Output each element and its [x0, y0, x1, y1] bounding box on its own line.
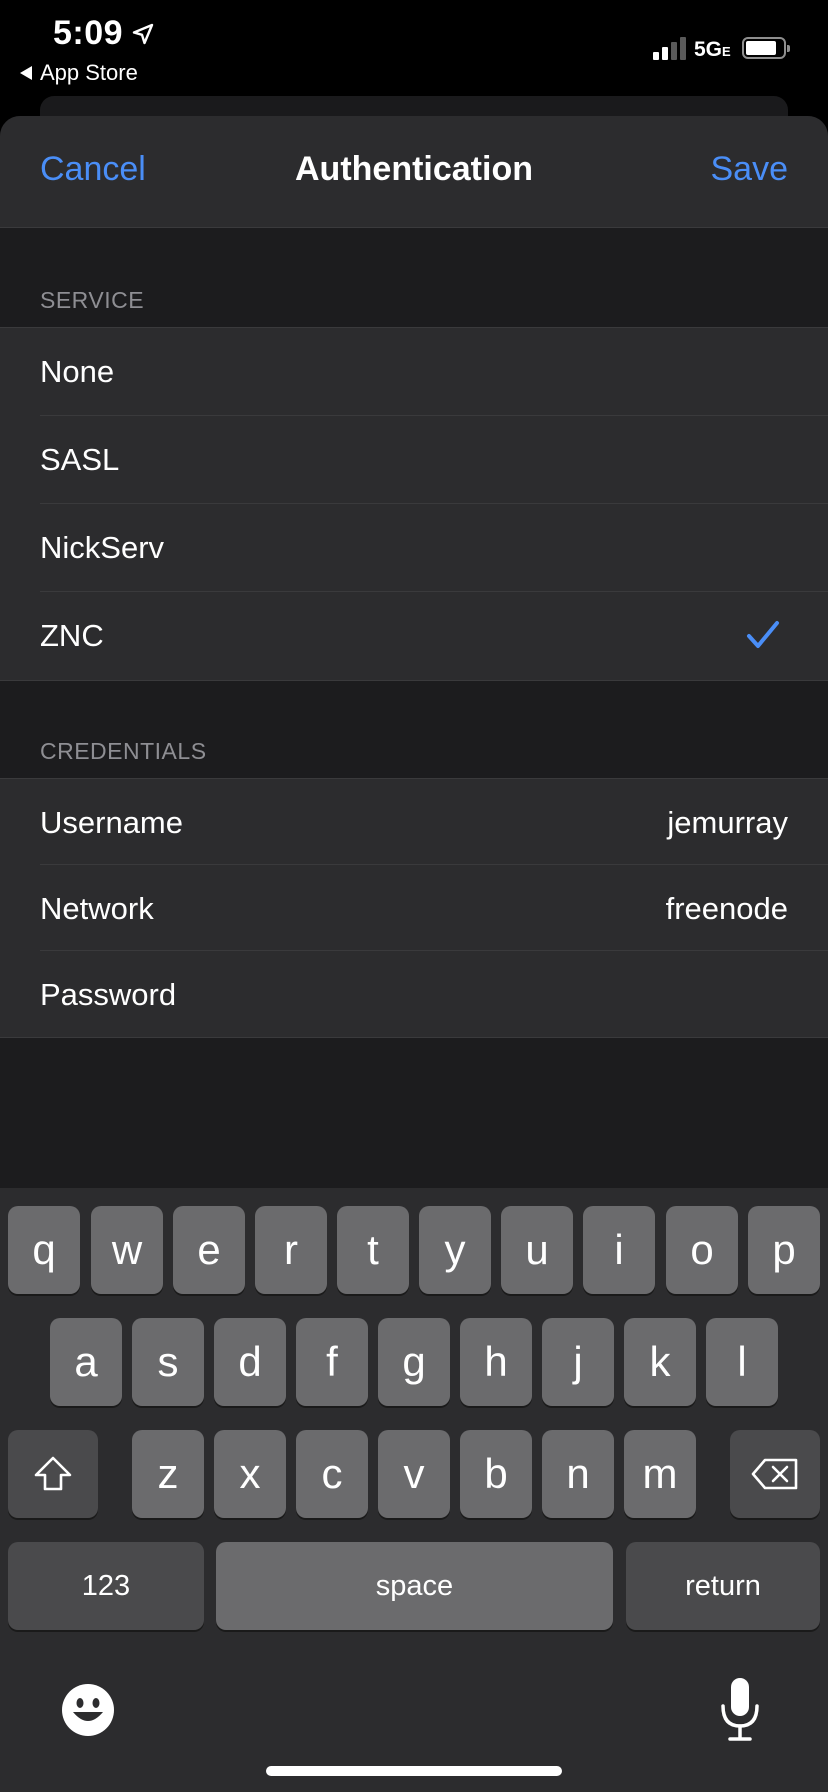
key-h[interactable]: h — [460, 1318, 532, 1406]
key-i[interactable]: i — [583, 1206, 655, 1294]
battery-icon — [742, 37, 790, 59]
username-label: Username — [40, 805, 183, 840]
home-indicator[interactable] — [266, 1766, 562, 1776]
navigation-bar: Cancel Authentication Save — [0, 116, 828, 228]
back-to-app-store[interactable]: App Store — [20, 60, 138, 86]
microphone-icon — [721, 1678, 759, 1741]
key-e[interactable]: e — [173, 1206, 245, 1294]
signal-bars-icon — [653, 36, 686, 60]
back-app-label: App Store — [40, 60, 138, 85]
section-header-credentials: CREDENTIALS — [40, 738, 207, 764]
shift-key[interactable] — [8, 1430, 98, 1518]
key-x[interactable]: x — [214, 1430, 286, 1518]
page-title: Authentication — [295, 150, 533, 188]
network-row[interactable]: Network freenode — [0, 865, 828, 951]
status-bar: 5:09 App Store 5GE — [0, 0, 828, 100]
key-t[interactable]: t — [337, 1206, 409, 1294]
username-field[interactable]: jemurray — [667, 805, 788, 841]
status-time: 5:09 — [53, 14, 124, 52]
service-option-nickserv[interactable]: NickServ — [0, 504, 828, 592]
shift-icon — [34, 1456, 72, 1491]
space-key[interactable]: space — [216, 1542, 613, 1630]
key-p[interactable]: p — [748, 1206, 820, 1294]
key-m[interactable]: m — [624, 1430, 696, 1518]
key-k[interactable]: k — [624, 1318, 696, 1406]
key-b[interactable]: b — [460, 1430, 532, 1518]
service-option-sasl[interactable]: SASL — [0, 416, 828, 504]
key-v[interactable]: v — [378, 1430, 450, 1518]
network-indicator: 5GE — [694, 38, 731, 61]
key-j[interactable]: j — [542, 1318, 614, 1406]
section-header-service: SERVICE — [40, 287, 145, 313]
delete-key[interactable] — [730, 1430, 820, 1518]
checkmark-icon — [747, 621, 779, 648]
username-row[interactable]: Username jemurray — [0, 779, 828, 865]
key-a[interactable]: a — [50, 1318, 122, 1406]
back-triangle-icon — [20, 66, 32, 80]
option-label: SASL — [40, 442, 120, 477]
option-label: NickServ — [40, 530, 165, 565]
key-l[interactable]: l — [706, 1318, 778, 1406]
key-r[interactable]: r — [255, 1206, 327, 1294]
key-n[interactable]: n — [542, 1430, 614, 1518]
delete-icon — [751, 1458, 798, 1490]
key-f[interactable]: f — [296, 1318, 368, 1406]
key-c[interactable]: c — [296, 1430, 368, 1518]
service-list: None SASL NickServ ZNC — [0, 327, 828, 681]
key-g[interactable]: g — [378, 1318, 450, 1406]
key-z[interactable]: z — [132, 1430, 204, 1518]
emoji-button[interactable] — [60, 1682, 116, 1738]
key-d[interactable]: d — [214, 1318, 286, 1406]
option-label: ZNC — [40, 618, 104, 653]
location-arrow-icon — [132, 23, 154, 45]
return-key[interactable]: return — [626, 1542, 820, 1630]
credentials-list: Username jemurray Network freenode Passw… — [0, 778, 828, 1038]
key-y[interactable]: y — [419, 1206, 491, 1294]
key-s[interactable]: s — [132, 1318, 204, 1406]
key-o[interactable]: o — [666, 1206, 738, 1294]
network-label: Network — [40, 891, 154, 926]
key-q[interactable]: q — [8, 1206, 80, 1294]
service-option-none[interactable]: None — [0, 328, 828, 416]
service-option-znc[interactable]: ZNC — [0, 592, 828, 680]
numbers-key[interactable]: 123 — [8, 1542, 204, 1630]
emoji-icon — [62, 1684, 114, 1736]
save-button[interactable]: Save — [711, 150, 789, 189]
password-row[interactable]: Password — [0, 951, 828, 1037]
key-w[interactable]: w — [91, 1206, 163, 1294]
dictation-button[interactable] — [716, 1676, 764, 1744]
key-u[interactable]: u — [501, 1206, 573, 1294]
network-field[interactable]: freenode — [666, 891, 788, 927]
password-label: Password — [40, 977, 177, 1012]
option-label: None — [40, 354, 115, 389]
